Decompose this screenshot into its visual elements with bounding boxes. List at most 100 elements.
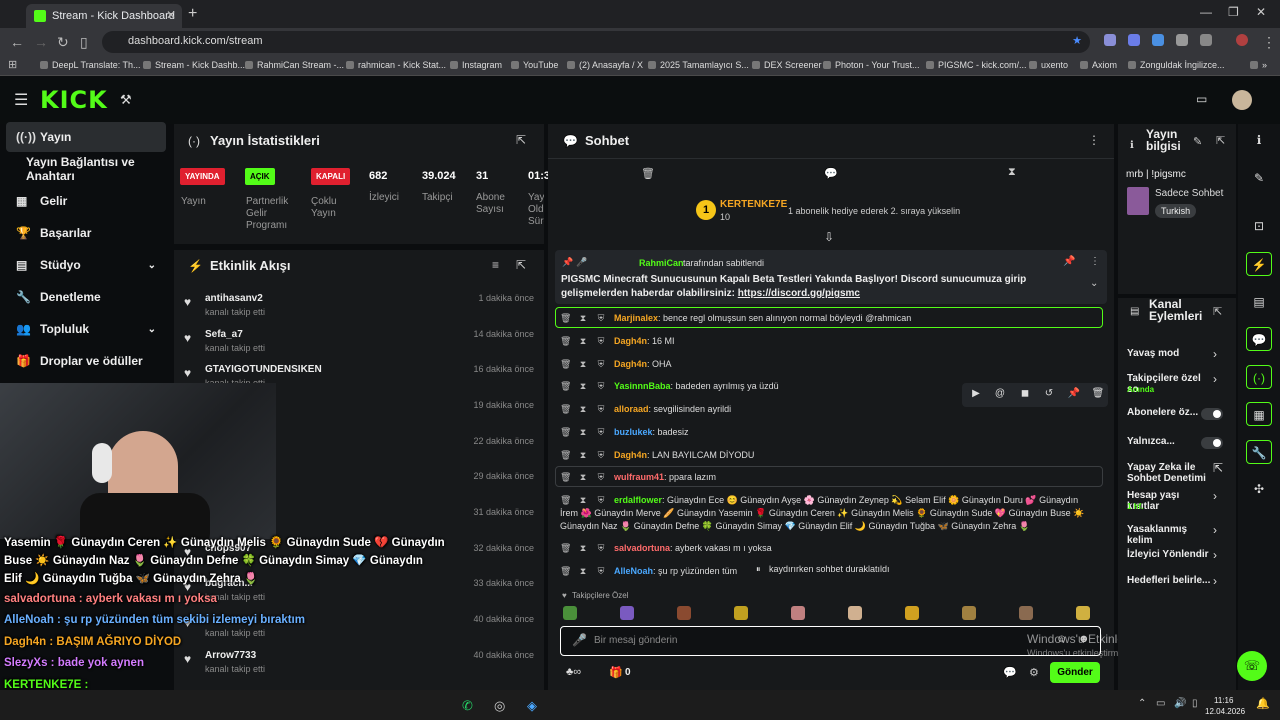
trash-icon[interactable]: 🗑 [560,450,571,461]
whatsapp-icon[interactable]: ✆ [462,698,473,714]
clock-date[interactable]: 12.04.2026 [1205,707,1245,716]
chat-message[interactable]: 🗑 ⧗ ⛨ Dagh4n: 16 MI [560,336,1100,347]
browser-menu-icon[interactable]: ⋮ [1262,34,1276,51]
unpin-icon[interactable]: 📌 [1063,256,1075,267]
delete-icon[interactable]: 🗑 [1087,388,1109,404]
battery-icon[interactable]: ▯ [1192,698,1198,709]
bookmark[interactable]: DeepL Translate: Th... [40,60,141,70]
popout-icon[interactable]: ⇱ [1213,305,1222,318]
emote[interactable] [1076,606,1090,620]
bookmark[interactable]: 2025 Tamamlayıcı S... [648,60,749,70]
popout-icon[interactable]: ⇱ [516,258,526,272]
volume-icon[interactable]: 🔊 [1174,698,1186,709]
action-item[interactable]: Hedefleri belirle... [1127,575,1211,586]
bookmark[interactable]: Axiom [1080,60,1117,70]
timeout-icon[interactable]: ⧗ [578,472,588,483]
chat-message[interactable]: 🗑 ⧗ ⛨ buzlukek: badesiz [560,427,1100,438]
app-icon[interactable]: ◈ [527,698,537,714]
copy-icon[interactable]: ◼ [1014,388,1036,404]
timeout-icon[interactable]: ⧗ [578,336,588,347]
send-button[interactable]: Gönder [1050,662,1100,683]
tray-chevron-icon[interactable]: ⌃ [1138,698,1146,709]
trash-icon[interactable]: 🗑 [560,427,571,438]
chat-username[interactable]: wulfraum41 [614,472,664,482]
action-item[interactable]: İzleyici Yönlendir [1127,549,1211,560]
chevron-right-icon[interactable]: › [1213,523,1217,537]
profile-avatar[interactable] [1236,34,1248,46]
chat-username[interactable]: Marjinalex [614,313,658,323]
hammer-icon[interactable]: ⚒ [120,92,132,108]
timeout-icon[interactable]: ⧗ [578,543,588,554]
extension-icon[interactable] [1128,34,1140,46]
pin-icon[interactable]: 📌 [1063,388,1085,404]
trash-icon[interactable]: 🗑 [560,313,571,324]
undo-icon[interactable]: ↺ [1038,388,1060,404]
chat-username[interactable]: Dagh4n [614,336,647,346]
category-thumbnail[interactable] [1127,187,1149,215]
emote[interactable] [905,606,919,620]
extensions-puzzle-icon[interactable] [1200,34,1212,46]
trash-icon[interactable]: 🗑 [560,381,571,392]
bookmark-star-icon[interactable]: ★ [1072,34,1082,47]
chat-username[interactable]: Dagh4n [614,450,647,460]
info-icon[interactable]: ℹ [1246,128,1272,152]
chat-paused-banner[interactable]: ⏸ kaydırırken sohbet duraklatıldı [748,559,930,575]
sidebar-item-denetleme[interactable]: 🔧 Denetleme [6,282,166,312]
play-icon[interactable]: ▶ [965,388,987,404]
emote[interactable] [848,606,862,620]
stats-icon[interactable]: ▦ [1246,402,1272,426]
popout-icon[interactable]: ⇱ [516,133,526,147]
wallet-icon[interactable]: ▭ [1196,92,1207,106]
reload-icon[interactable]: ↻ [57,34,69,51]
chat-message[interactable]: 🗑 ⧗ ⛨ Marjinalex: bence regl olmuşsun sen a… [560,313,1100,324]
timeout-icon[interactable]: ⧗ [578,427,588,438]
chat-username[interactable]: Dagh4n [614,359,647,369]
pinned-menu-icon[interactable]: ⋮ [1090,256,1100,267]
chat-username[interactable]: alloraad [614,404,649,414]
emote[interactable] [962,606,976,620]
back-icon[interactable]: ← [10,34,24,50]
top-gifter-name[interactable]: KERTENKE7E [720,199,787,210]
chat-icon[interactable]: 💬 [1246,327,1272,351]
collapse-icon[interactable]: ⇩ [824,230,834,244]
chat-username[interactable]: buzlukek [614,427,653,437]
chevron-down-icon[interactable]: ⌄ [1090,278,1098,289]
clock-time[interactable]: 11:16 [1214,696,1233,705]
discord-link[interactable]: https://discord.gg/pigsmc [738,288,860,299]
user-avatar[interactable] [1232,90,1252,110]
chat-message[interactable]: 🗑 ⧗ ⛨ Dagh4n: OHA [560,359,1100,370]
event-username[interactable]: Sefa_a7 [205,329,243,340]
sidebar-item-basarilar[interactable]: 🏆 Başarılar [6,218,166,248]
bookmark[interactable]: PIGSMC - kick.com/... [926,60,1027,70]
emote[interactable] [677,606,691,620]
maximize-icon[interactable]: ❐ [1228,5,1239,19]
trash-icon[interactable]: 🗑 [560,472,571,483]
chat-message[interactable]: 🗑 ⧗ ⛨ wulfraum41: ppara lazım [560,472,1100,483]
forward-icon[interactable]: → [34,34,48,50]
sidebar-toggle-icon[interactable]: ▯ [80,34,88,51]
chat-message[interactable]: İrem 🌺 Günaydın Merve 🥖 Günaydın Yasemin… [560,508,1100,519]
chat-username[interactable]: YasinnnBaba [614,381,671,391]
sidebar-item-studyo[interactable]: ▤ Stüdyo ⌄ [6,250,166,280]
bookmark[interactable]: Photon - Your Trust... [823,60,920,70]
toggle-switch[interactable] [1201,437,1223,449]
action-item[interactable]: Yalnızca... [1127,436,1211,447]
event-username[interactable]: antihasanv2 [205,293,263,304]
chat-menu-icon[interactable]: ⋮ [1088,133,1100,147]
action-item[interactable]: Yapay Zeka ile Sohbet Denetimi [1127,462,1211,484]
kick-logo[interactable]: KICK [40,86,108,114]
timeout-icon[interactable]: ⧗ [578,450,588,461]
trash-icon[interactable]: 🗑 [560,404,571,415]
mention-icon[interactable]: @ [989,388,1011,404]
chat-settings-bubble-icon[interactable]: 💬 [1003,666,1017,679]
chevron-right-icon[interactable]: › [1213,372,1217,386]
emote-picker-icon[interactable]: ☺ [1056,633,1067,645]
close-tab-icon[interactable]: ✕ [166,8,176,22]
toggle-switch[interactable] [1201,408,1223,420]
gear-icon[interactable]: ⚙ [1029,666,1039,679]
timeout-icon[interactable]: ⧗ [578,404,588,415]
emote[interactable] [734,606,748,620]
edit-icon[interactable]: ✎ [1193,135,1202,148]
trash-icon[interactable]: 🗑 [641,167,655,180]
chat-message[interactable]: 🗑 ⧗ ⛨ erdalflower: Günaydın Ece 😊 Günaydın … [560,495,1100,506]
